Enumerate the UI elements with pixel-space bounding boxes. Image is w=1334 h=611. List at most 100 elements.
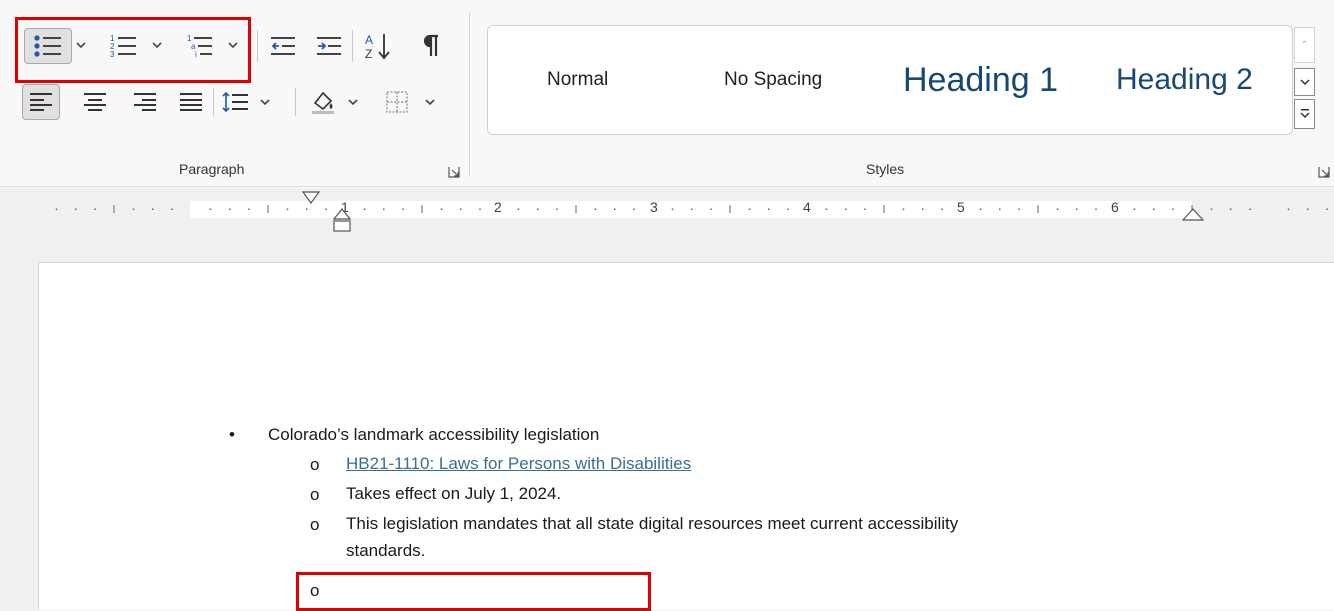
styles-dialog-launcher-icon[interactable] bbox=[1318, 166, 1330, 178]
horizontal-ruler[interactable]: 1 2 3 4 5 6 bbox=[0, 190, 1334, 235]
ruler-dot bbox=[787, 208, 789, 210]
ruler-dot bbox=[402, 208, 404, 210]
line-spacing-dropdown-chevron-icon[interactable] bbox=[260, 98, 270, 106]
ruler-number: 5 bbox=[957, 199, 965, 215]
toolbar-divider bbox=[213, 88, 214, 116]
list-buttons-highlight bbox=[15, 17, 251, 83]
justify-button[interactable] bbox=[174, 84, 208, 120]
paragraph-group-label: Paragraph bbox=[179, 161, 245, 177]
ruler-number: 4 bbox=[803, 199, 811, 215]
ruler-dot bbox=[75, 208, 77, 210]
toolbar-divider bbox=[352, 30, 353, 62]
ruler-dot bbox=[1056, 208, 1059, 210]
ruler-dot bbox=[94, 208, 96, 210]
pilcrow-icon bbox=[423, 34, 438, 56]
ruler-dot bbox=[556, 208, 558, 210]
sub-list-item-effect[interactable]: Takes effect on July 1, 2024. bbox=[346, 484, 561, 504]
ruler-dot bbox=[248, 208, 250, 210]
align-left-button[interactable] bbox=[22, 84, 60, 120]
align-right-icon bbox=[134, 93, 156, 111]
document-page[interactable]: • Colorado’s landmark accessibility legi… bbox=[38, 262, 1334, 611]
ruler-dot bbox=[979, 208, 982, 210]
sub-list-bullet: o bbox=[310, 455, 320, 474]
toolbar-divider bbox=[257, 30, 258, 62]
ruler-dot bbox=[1172, 208, 1174, 210]
ruler-dot bbox=[55, 208, 58, 210]
styles-more-button[interactable] bbox=[1294, 99, 1315, 129]
svg-text:A: A bbox=[365, 33, 373, 47]
ruler-dot bbox=[941, 208, 943, 210]
line-spacing-button[interactable] bbox=[218, 84, 252, 120]
style-heading-2[interactable]: Heading 2 bbox=[1116, 26, 1253, 134]
shading-button[interactable] bbox=[304, 84, 342, 120]
ruler-dot bbox=[1307, 208, 1309, 210]
ruler-dot bbox=[537, 208, 539, 210]
hanging-indent-marker-icon[interactable] bbox=[333, 208, 351, 234]
svg-text:Z: Z bbox=[365, 47, 372, 61]
borders-icon bbox=[386, 91, 408, 113]
ruler-dot bbox=[479, 208, 481, 210]
borders-dropdown-chevron-icon[interactable] bbox=[425, 98, 435, 106]
ruler-number: 6 bbox=[1111, 199, 1119, 215]
sub-list-item-mandate[interactable]: This legislation mandates that all state… bbox=[346, 514, 958, 534]
ruler-dot bbox=[1018, 208, 1020, 210]
sub-list-bullet: o bbox=[310, 515, 320, 534]
ruler-dot bbox=[325, 208, 327, 210]
align-left-icon bbox=[30, 93, 52, 111]
empty-sub-bullet-highlight bbox=[296, 572, 651, 611]
sub-list-item-mandate-continued[interactable]: standards. bbox=[346, 541, 425, 561]
ruler-dot bbox=[671, 208, 674, 210]
shading-dropdown-chevron-icon[interactable] bbox=[348, 98, 358, 106]
line-spacing-icon bbox=[222, 91, 248, 113]
decrease-indent-button[interactable] bbox=[266, 28, 300, 64]
ruler-dot bbox=[383, 208, 385, 210]
ruler-dot bbox=[902, 208, 905, 210]
chevron-down-icon bbox=[1299, 79, 1310, 86]
ruler-dot bbox=[1133, 208, 1136, 210]
styles-gallery: Normal No Spacing Heading 1 Heading 2 bbox=[487, 25, 1293, 135]
ruler-dot bbox=[633, 208, 635, 210]
hb21-1110-link[interactable]: HB21-1110: Laws for Persons with Disabil… bbox=[346, 454, 691, 474]
styles-scroll-up-button[interactable]: ⌃ bbox=[1294, 27, 1315, 63]
right-indent-marker-icon[interactable] bbox=[1182, 208, 1204, 222]
ruler-dot bbox=[440, 208, 443, 210]
styles-scroll-down-button[interactable] bbox=[1294, 68, 1315, 96]
ruler-dot bbox=[229, 208, 231, 210]
show-formatting-marks-button[interactable] bbox=[414, 28, 448, 64]
ruler-dot bbox=[363, 208, 366, 210]
ruler-dot bbox=[306, 208, 308, 210]
paragraph-dialog-launcher-icon[interactable] bbox=[448, 166, 460, 178]
ruler-dot bbox=[152, 208, 154, 210]
sort-icon: A Z bbox=[365, 33, 390, 61]
ruler-dot bbox=[1230, 208, 1232, 210]
group-separator bbox=[469, 12, 470, 177]
justify-icon bbox=[180, 93, 202, 111]
ruler-number: 3 bbox=[650, 199, 658, 215]
list-item-main[interactable]: Colorado’s landmark accessibility legisl… bbox=[268, 425, 599, 445]
align-center-button[interactable] bbox=[78, 84, 112, 120]
decrease-indent-icon bbox=[271, 37, 295, 55]
align-right-button[interactable] bbox=[128, 84, 162, 120]
ruler-dot bbox=[171, 208, 173, 210]
first-line-indent-marker-icon[interactable] bbox=[302, 191, 320, 205]
style-no-spacing[interactable]: No Spacing bbox=[724, 26, 822, 134]
ruler-dot bbox=[710, 208, 712, 210]
ruler-dot bbox=[845, 208, 847, 210]
increase-indent-button[interactable] bbox=[312, 28, 346, 64]
ruler-dot bbox=[922, 208, 924, 210]
ruler-dot bbox=[1287, 208, 1290, 210]
borders-button[interactable] bbox=[380, 84, 414, 120]
ruler-dot bbox=[209, 208, 212, 210]
list-bullet: • bbox=[229, 425, 235, 444]
shading-icon bbox=[312, 91, 334, 114]
ruler-dot bbox=[1326, 208, 1328, 210]
style-normal[interactable]: Normal bbox=[547, 26, 608, 134]
ruler-dot bbox=[768, 208, 770, 210]
ruler-dot bbox=[825, 208, 828, 210]
ruler-dot bbox=[999, 208, 1001, 210]
ruler-dot bbox=[1249, 208, 1251, 210]
toolbar-divider bbox=[295, 88, 296, 116]
style-heading-1[interactable]: Heading 1 bbox=[903, 26, 1103, 134]
sort-button[interactable]: A Z bbox=[358, 28, 398, 64]
ruler-dot bbox=[864, 208, 866, 210]
